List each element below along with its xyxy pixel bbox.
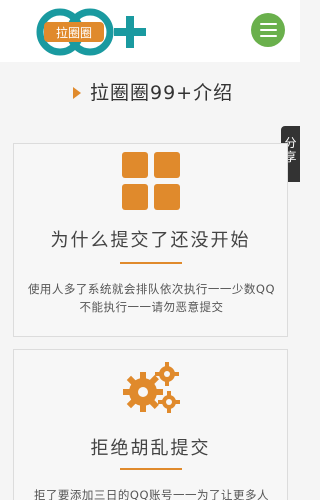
- section-title: 拉圈圈99+介绍: [90, 82, 234, 104]
- info-card: 为什么提交了还没开始 使用人多了系统就会排队依次执行一一少数QQ不能执行一一请勿…: [13, 143, 288, 337]
- grid-icon: [122, 152, 180, 210]
- logo[interactable]: 拉圈圈: [34, 8, 158, 56]
- header: 拉圈圈: [0, 0, 300, 62]
- menu-button[interactable]: [251, 13, 285, 47]
- gears-icon: [119, 358, 183, 422]
- card-title: 拒绝胡乱提交: [90, 438, 211, 459]
- card-title: 为什么提交了还没开始: [50, 230, 251, 251]
- section-heading: 拉圈圈99+介绍: [0, 76, 300, 110]
- divider: [120, 468, 182, 470]
- menu-bar: [259, 29, 277, 31]
- arrow-icon: [73, 87, 81, 99]
- logo-icon: 拉圈圈: [36, 8, 146, 56]
- menu-bar: [259, 23, 277, 25]
- info-card: 拒绝胡乱提交 拒了要添加三日的QQ账号一一为了让更多人: [13, 349, 288, 500]
- card-description: 拒了要添加三日的QQ账号一一为了让更多人: [33, 488, 270, 500]
- logo-text: 拉圈圈: [56, 25, 92, 40]
- divider: [120, 262, 182, 264]
- card-description: 使用人多了系统就会排队依次执行一一少数QQ不能执行一一请勿恶意提交: [27, 282, 276, 314]
- menu-bar: [259, 35, 277, 37]
